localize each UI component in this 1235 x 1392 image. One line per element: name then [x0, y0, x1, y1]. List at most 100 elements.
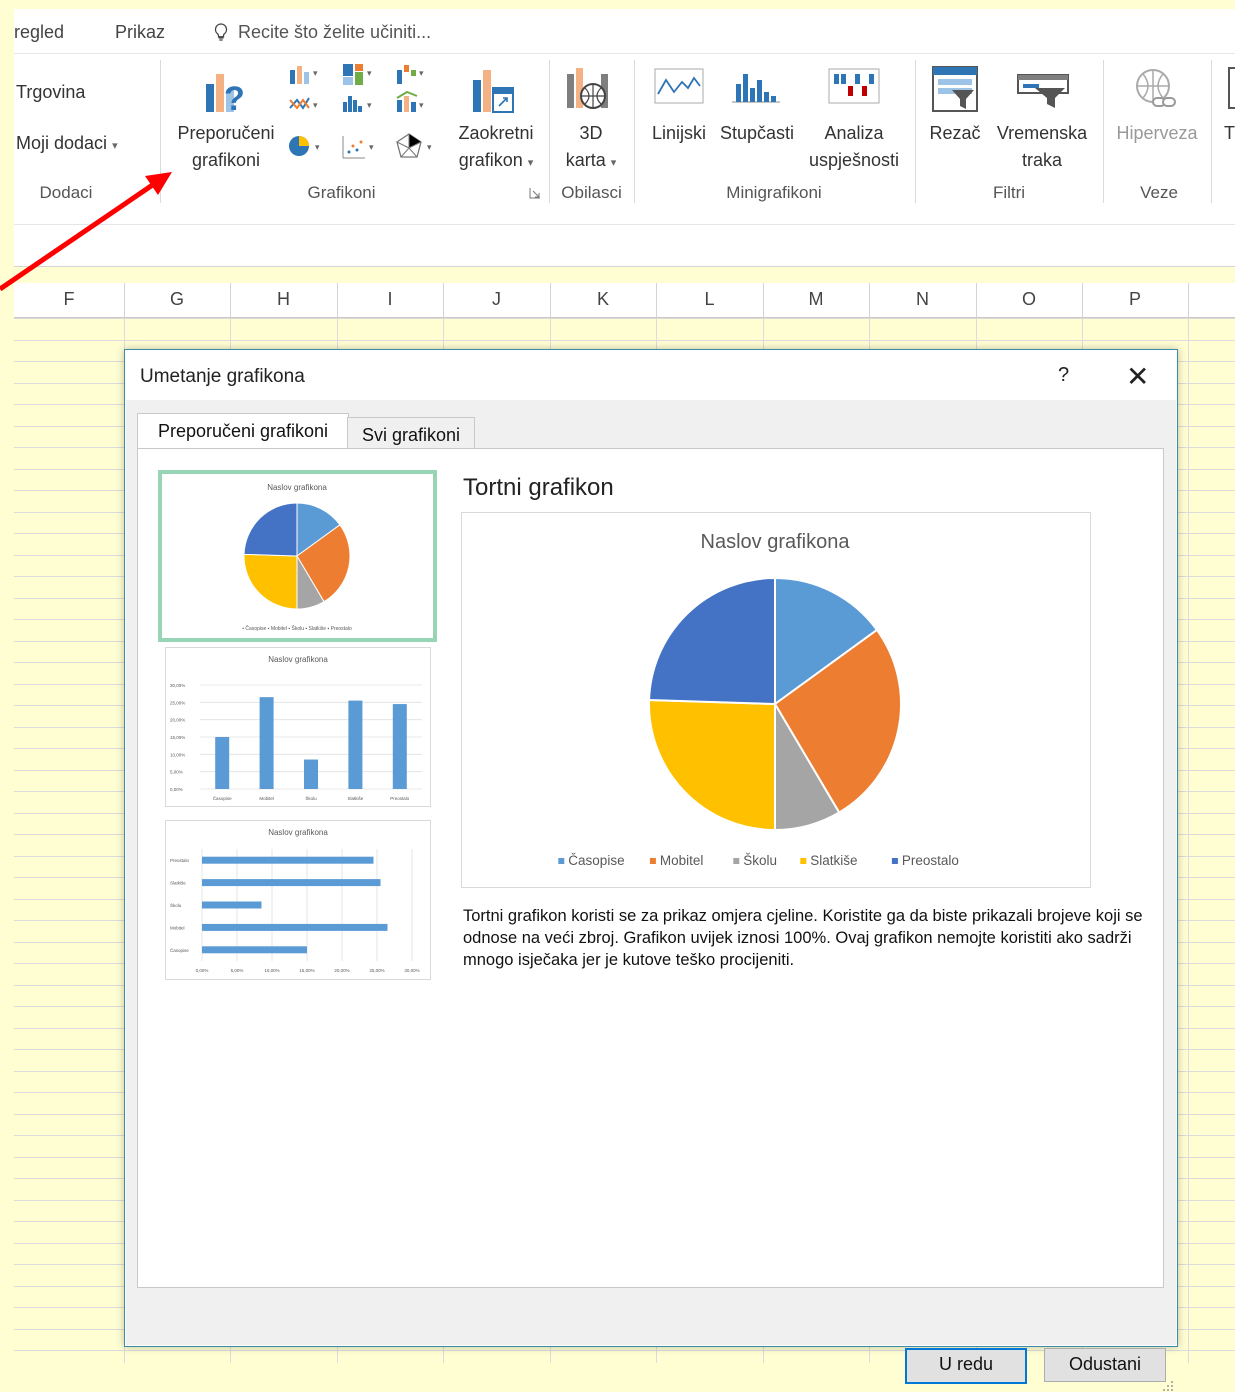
legend-label-5: Preostalo — [902, 853, 959, 868]
thumbnail-column-ytick: 10,00% — [170, 752, 185, 757]
legend-swatch-2 — [649, 858, 656, 864]
thumbnail-pie-chart[interactable]: Naslov grafikona ▪ Časopise ▪ Mobitel ▪ … — [158, 470, 437, 642]
thumbnail-column-xlabel-3: Školu — [305, 795, 317, 801]
help-button[interactable]: ? — [1058, 364, 1069, 387]
text-button-cut[interactable]: T — [1224, 120, 1235, 147]
tab-recommended-charts[interactable]: Preporučeni grafikoni — [137, 413, 349, 451]
pie-slice-5 — [648, 576, 776, 706]
resize-grip-icon[interactable] — [1162, 1380, 1174, 1392]
thumbnail-column-bar-3 — [304, 759, 318, 789]
column-header-n[interactable]: N — [869, 289, 976, 310]
dialog-content-frame: Preporučeni grafikoni Svi grafikoni Nasl… — [126, 400, 1176, 1391]
sparkline-winloss-button[interactable]: Analiza uspješnosti — [800, 120, 908, 174]
hyperlink-icon — [1136, 69, 1176, 107]
pie-slice-4 — [648, 699, 776, 832]
column-header-p[interactable]: P — [1082, 289, 1188, 310]
formula-bar-area — [14, 209, 1235, 267]
tab-view[interactable]: Prikaz — [115, 22, 165, 43]
thumbnail-column-ytick: 5,00% — [170, 770, 183, 775]
thumbnail-bar-ylabel-3: Školu — [170, 902, 182, 908]
timeline-button[interactable]: Vremenska traka — [988, 120, 1096, 174]
ribbon: Trgovina Moji dodaci ▾ Dodaci ? Preporuč… — [14, 53, 1235, 210]
tab-review[interactable]: regled — [14, 22, 64, 43]
chart-title: Naslov grafikona — [701, 531, 851, 553]
ribbon-tabs: regled Prikaz Recite što želite učiniti.… — [14, 9, 1235, 53]
store-button[interactable]: Trgovina — [16, 79, 85, 106]
3d-map-icon — [567, 68, 608, 109]
thumbnail-bar-3 — [202, 901, 262, 909]
column-header-g[interactable]: G — [124, 289, 230, 310]
group-label-sparklines: Minigrafikoni — [726, 183, 822, 202]
lightbulb-icon — [214, 23, 228, 41]
legend-swatch-4 — [800, 858, 807, 864]
column-header-i[interactable]: I — [337, 289, 443, 310]
tab-all-charts[interactable]: Svi grafikoni — [347, 417, 475, 451]
ok-button[interactable]: U redu — [905, 1348, 1027, 1384]
column-header-h[interactable]: H — [230, 289, 337, 310]
thumbnail-column-xlabel-2: Mobitel — [259, 796, 274, 801]
legend-label-4: Slatkiše — [810, 853, 857, 868]
thumbnail-bar-svg: Naslov grafikona 0,00% 5,00% 10,00% 15,00% 2… — [170, 828, 420, 973]
slicer-button[interactable]: Rezač — [924, 120, 986, 147]
thumbnail-pie-title: Naslov grafikona — [267, 483, 327, 492]
tell-me-box[interactable]: Recite što želite učiniti... — [214, 22, 431, 43]
line-chart-icon: ▾ — [289, 97, 318, 110]
thumbnail-pie-svg: Naslov grafikona ▪ Časopise ▪ Mobitel ▪ … — [242, 483, 352, 632]
column-header-o[interactable]: O — [976, 289, 1082, 310]
my-addins-button[interactable]: Moji dodaci ▾ — [16, 130, 118, 160]
thumbnail-column-ytick: 25,00% — [170, 700, 185, 705]
hierarchy-chart-icon: ▾ — [343, 64, 372, 85]
thumbnail-column-ytick: 30,00% — [170, 683, 185, 688]
recommended-charts-button[interactable]: Preporučeni grafikoni — [165, 120, 287, 174]
thumbnail-bar-xtick: 20,00% — [334, 968, 349, 973]
close-icon[interactable]: ✕ — [1126, 360, 1149, 393]
3d-map-button[interactable]: 3D karta ▾ — [556, 120, 626, 177]
column-header-j[interactable]: J — [443, 289, 550, 310]
sparkline-column-icon — [732, 74, 780, 103]
thumbnail-column-svg: Naslov grafikona 0,00% 5,00% 10,00% 15,00% 2… — [170, 655, 422, 801]
pivot-chart-button[interactable]: Zaokretni grafikon ▾ — [446, 120, 546, 177]
statistic-chart-icon: ▾ — [343, 96, 372, 112]
thumbnail-bar-xtick: 0,00% — [196, 968, 209, 973]
thumbnail-column-ytick: 20,00% — [170, 718, 185, 723]
svg-text:▾: ▾ — [369, 142, 374, 152]
slicer-icon — [932, 66, 978, 112]
group-label-addins: Dodaci — [39, 183, 93, 202]
column-header-m[interactable]: M — [763, 289, 869, 310]
hyperlink-button[interactable]: Hiperveza — [1110, 120, 1204, 147]
column-headers: F G H I J K L M N O P — [14, 283, 1235, 318]
svg-text:▾: ▾ — [313, 68, 318, 78]
thumbnail-bar-chart[interactable]: Naslov grafikona 0,00% 5,00% 10,00% 15,00% 2… — [165, 820, 431, 980]
column-header-f[interactable]: F — [14, 289, 124, 310]
thumbnail-column-xlabel-4: Slatkiše — [348, 796, 364, 801]
thumbnail-bar-xtick: 30,00% — [404, 968, 419, 973]
thumbnail-column-title: Naslov grafikona — [268, 655, 328, 664]
chart-preview-svg: Naslov grafikona Časopise Mobitel Školu Sla… — [558, 531, 959, 868]
thumbnail-bar-ylabel-2: Mobitel — [170, 925, 185, 930]
cancel-button[interactable]: Odustani — [1044, 1348, 1166, 1382]
dialog-title: Umetanje grafikona — [140, 366, 305, 387]
chart-description: Tortni grafikon koristi se za prikaz omj… — [463, 907, 1143, 969]
legend-label-3: Školu — [743, 853, 777, 868]
thumbnail-bar-ylabel-4: Slatkiše — [170, 881, 186, 886]
thumbnail-bar-1 — [202, 946, 307, 954]
sparkline-line-icon — [654, 68, 704, 104]
thumbnail-column-bar-5 — [392, 704, 407, 789]
thumbnail-bar-5 — [202, 856, 374, 864]
scatter-chart-icon: ▾ — [342, 136, 374, 159]
thumbnail-column-chart[interactable]: Naslov grafikona 0,00% 5,00% 10,00% 15,00% 2… — [165, 647, 431, 807]
thumbnail-column-ytick: 0,00% — [170, 787, 183, 792]
dialog-launcher-icon[interactable] — [529, 187, 541, 199]
thumbnail-bar-ylabel-5: Preostalo — [170, 858, 190, 863]
column-chart-icon: ▾ — [290, 66, 318, 84]
thumbnail-column-xlabel-5: Preostalo — [390, 796, 410, 801]
sparkline-column-button[interactable]: Stupčasti — [714, 120, 800, 147]
sparkline-line-button[interactable]: Linijski — [644, 120, 714, 147]
recommended-charts-icon: ? — [206, 74, 245, 116]
column-header-k[interactable]: K — [550, 289, 656, 310]
column-header-l[interactable]: L — [656, 289, 763, 310]
legend-swatch-5 — [891, 858, 898, 864]
legend-swatch-3 — [733, 858, 740, 864]
sparkline-winloss-icon — [828, 68, 880, 104]
thumbnail-pie-slice-4 — [243, 553, 298, 610]
